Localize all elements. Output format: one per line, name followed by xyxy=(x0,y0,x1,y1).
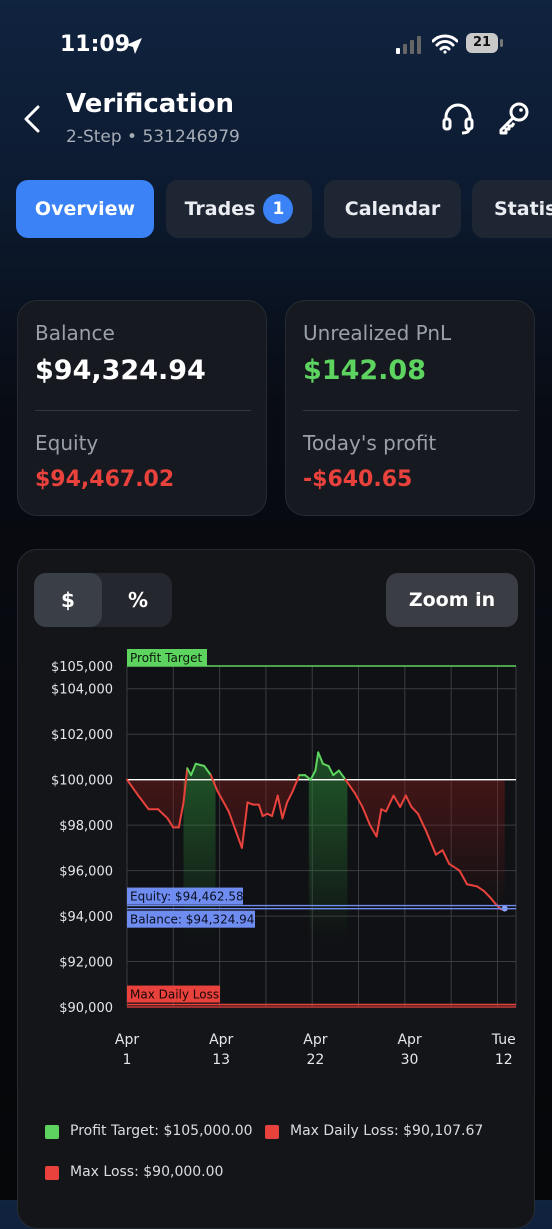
legend-swatch-max-daily-loss xyxy=(265,1125,279,1139)
battery-icon: 21 xyxy=(466,33,504,55)
equity-label: Equity: $94,462.58 xyxy=(130,890,244,904)
balance-label: Balance: $94,324.94 xyxy=(130,913,254,927)
cellular-signal-icon xyxy=(396,36,421,54)
unit-toggle[interactable]: $ % xyxy=(34,573,172,627)
legend-swatch-max-loss xyxy=(45,1166,59,1180)
percent-toggle[interactable]: % xyxy=(104,573,172,627)
zoom-in-button[interactable]: Zoom in xyxy=(386,573,518,627)
battery-level: 21 xyxy=(472,35,492,50)
y-tick-label: $100,000 xyxy=(51,774,113,789)
todays-profit-value: -$640.65 xyxy=(303,467,413,492)
x-tick-label: 12 xyxy=(495,1052,513,1068)
equity-value: $94,467.02 xyxy=(35,467,175,492)
y-tick-label: $92,000 xyxy=(59,956,113,971)
x-tick-label: Apr xyxy=(303,1032,327,1048)
profit-zone-shade xyxy=(308,779,348,939)
x-tick-label: 22 xyxy=(306,1052,324,1068)
dollar-toggle[interactable]: $ xyxy=(34,573,102,627)
pnl-card: Unrealized PnL $142.08 Today's profit -$… xyxy=(285,300,535,516)
status-time: 11:09 xyxy=(60,32,131,57)
legend-max-loss: Max Loss: $90,000.00 xyxy=(70,1164,224,1180)
legend-swatch-profit-target xyxy=(45,1125,59,1139)
max-daily-loss-label: Max Daily Loss xyxy=(130,988,219,1002)
tab-statistics[interactable]: Statist xyxy=(472,180,552,238)
y-tick-label: $105,000 xyxy=(51,660,113,675)
y-tick-label: $98,000 xyxy=(59,819,113,834)
x-tick-label: 30 xyxy=(401,1052,419,1068)
tab-trades-label: Trades xyxy=(184,198,256,220)
y-tick-label: $104,000 xyxy=(51,683,113,698)
back-chevron-icon[interactable] xyxy=(20,104,46,134)
tab-calendar[interactable]: Calendar xyxy=(324,180,461,238)
page-title: Verification xyxy=(66,89,235,119)
y-tick-label: $102,000 xyxy=(51,728,113,743)
x-tick-label: Apr xyxy=(397,1032,421,1048)
card-divider xyxy=(303,410,519,411)
todays-profit-label: Today's profit xyxy=(303,431,437,455)
wifi-icon xyxy=(432,34,458,54)
y-tick-label: $94,000 xyxy=(59,910,113,925)
card-divider xyxy=(35,410,251,411)
x-tick-label: Tue xyxy=(491,1032,516,1048)
tab-statistics-label: Statist xyxy=(494,198,552,220)
balance-card: Balance $94,324.94 Equity $94,467.02 xyxy=(17,300,267,516)
unrealized-pnl-label: Unrealized PnL xyxy=(303,321,452,345)
x-tick-label: 13 xyxy=(212,1052,230,1068)
headset-support-icon[interactable] xyxy=(440,100,476,136)
equity-chart: $105,000 $104,000 $102,000 $100,000 $98,000 $… xyxy=(51,649,517,1068)
balance-label: Balance xyxy=(35,321,115,345)
y-tick-label: $90,000 xyxy=(59,1001,113,1016)
y-tick-label: $96,000 xyxy=(59,865,113,880)
x-tick-label: 1 xyxy=(123,1052,132,1068)
legend-profit-target: Profit Target: $105,000.00 xyxy=(70,1123,253,1139)
tab-calendar-label: Calendar xyxy=(344,198,441,220)
profit-target-label: Profit Target xyxy=(130,651,203,665)
x-tick-label: Apr xyxy=(209,1032,233,1048)
tab-overview[interactable]: Overview xyxy=(16,180,154,238)
key-icon[interactable] xyxy=(496,100,532,136)
x-tick-label: Apr xyxy=(115,1032,139,1048)
tab-trades[interactable]: Trades 1 xyxy=(166,180,312,238)
equity-label: Equity xyxy=(35,431,99,455)
balance-value: $94,324.94 xyxy=(35,355,206,386)
location-arrow-icon xyxy=(126,38,142,54)
account-subtitle: 2-Step • 531246979 xyxy=(66,127,240,147)
trades-count-badge: 1 xyxy=(263,194,294,224)
tab-overview-label: Overview xyxy=(34,198,136,220)
legend-max-daily-loss: Max Daily Loss: $90,107.67 xyxy=(290,1123,484,1139)
unrealized-pnl-value: $142.08 xyxy=(303,355,426,386)
